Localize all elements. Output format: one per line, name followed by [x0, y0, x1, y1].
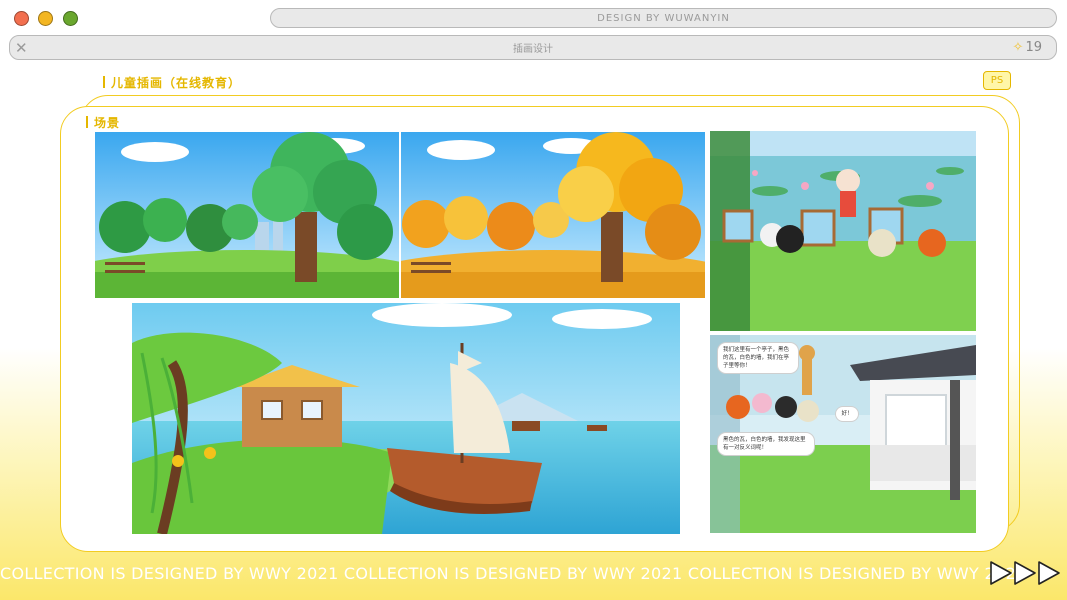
sparkle-icon: ✧: [1012, 40, 1024, 55]
address-bar[interactable]: ✕ 插画设计 ✧ 19: [9, 35, 1057, 60]
play-arrows-icon[interactable]: [989, 560, 1067, 586]
autumn-forest-illustration[interactable]: [401, 132, 705, 298]
close-icon[interactable]: ✕: [15, 39, 28, 57]
top-title: DESIGN BY WUWANYIN: [597, 12, 730, 24]
page-number: 19: [1025, 40, 1042, 55]
dialogue-bubble-3: 黑色的瓦，白色的墙，我发现这里有一对反义词呢！: [718, 433, 814, 455]
window-maximize-button[interactable]: [63, 11, 78, 26]
river-boat-illustration[interactable]: [132, 303, 680, 534]
window-minimize-button[interactable]: [38, 11, 53, 26]
pavilion-dialogue-illustration[interactable]: 我们这里有一个亭子，黑色的瓦，白色的墙，我们在亭子里等你！ 好！ 黑色的瓦，白色…: [710, 335, 976, 533]
window-close-button[interactable]: [14, 11, 29, 26]
page-counter: ✧ 19: [1013, 39, 1042, 57]
subsection-title: 场景: [86, 114, 120, 131]
next-arrows[interactable]: [989, 560, 1067, 586]
dialogue-bubble-1: 我们这里有一个亭子，黑色的瓦，白色的墙，我们在亭子里等你！: [718, 343, 798, 373]
summer-forest-illustration[interactable]: [95, 132, 399, 298]
lake-painting-illustration[interactable]: [710, 131, 976, 331]
address-title: 插画设计: [513, 44, 553, 55]
ps-badge: PS: [983, 71, 1011, 90]
top-title-bar: DESIGN BY WUWANYIN: [270, 8, 1057, 28]
footer-marquee: COLLECTION IS DESIGNED BY WWY 2021 COLLE…: [0, 564, 1027, 583]
dialogue-bubble-2: 好！: [836, 407, 858, 421]
section-title: 儿童插画（在线教育）: [103, 74, 241, 91]
